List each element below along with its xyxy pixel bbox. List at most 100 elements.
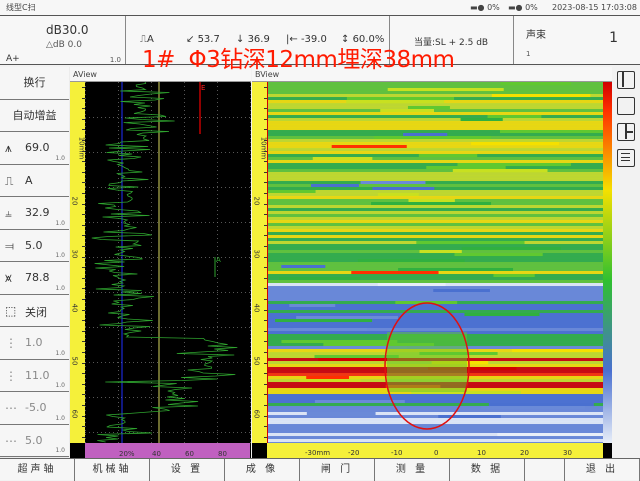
- grid-dot: [233, 222, 234, 223]
- bscan-band: [418, 154, 478, 158]
- bscan-band: [267, 139, 603, 143]
- menu-5[interactable]: 测 量: [375, 459, 450, 481]
- layout-quad-icon[interactable]: [617, 123, 635, 141]
- grid-dot: [173, 222, 174, 223]
- grid-dot: [181, 362, 182, 363]
- grid-dot: [153, 152, 154, 153]
- grid-dot: [184, 354, 185, 355]
- bscan-band: [267, 151, 603, 155]
- grid-dot: [184, 374, 185, 375]
- grid-dot: [233, 397, 234, 398]
- grid-dot: [217, 398, 218, 399]
- bscan-band: [267, 325, 603, 329]
- menu-1[interactable]: 机械轴: [75, 459, 150, 481]
- grid-dot: [151, 434, 152, 435]
- grid-dot: [237, 152, 238, 153]
- left-item-9[interactable]: ⋮ 11.0 1.0: [0, 359, 69, 392]
- grid-dot: [217, 358, 218, 359]
- grid-dot: [151, 182, 152, 183]
- grid-dot: [85, 150, 86, 151]
- grid-dot: [85, 146, 86, 147]
- grid-dot: [118, 438, 119, 439]
- bscan-band: [267, 298, 603, 302]
- grid-dot: [97, 257, 98, 258]
- left-item-10[interactable]: ⋯ -5.0 1.0: [0, 392, 69, 425]
- left-item-2[interactable]: ⩚ 69.0 1.0: [0, 132, 69, 165]
- grid-dot: [233, 292, 234, 293]
- grid-dot: [181, 187, 182, 188]
- menu-0[interactable]: 超声轴: [0, 459, 75, 481]
- menu-3[interactable]: 成 像: [225, 459, 300, 481]
- grid-dot: [169, 222, 170, 223]
- grid-dot: [193, 187, 194, 188]
- left-item-5[interactable]: ⫤ 5.0 1.0: [0, 229, 69, 262]
- list-icon[interactable]: [617, 149, 635, 167]
- gain-cell[interactable]: dB30.0 △dB 0.0 A+ 1.0: [0, 16, 126, 64]
- grid-dot: [117, 397, 118, 398]
- ascan-plot[interactable]: EA: [85, 82, 251, 443]
- bscan-image[interactable]: [267, 82, 603, 443]
- left-item-3[interactable]: ⎍ A: [0, 164, 69, 197]
- depth-tick: 30: [70, 249, 79, 259]
- left-item-4[interactable]: ⫨ 32.9 1.0: [0, 197, 69, 230]
- grid-dot: [225, 362, 226, 363]
- menu-6[interactable]: 数 据: [450, 459, 525, 481]
- grid-dot: [118, 310, 119, 311]
- bscan-band: [267, 217, 603, 221]
- grid-dot: [151, 170, 152, 171]
- grid-dot: [205, 187, 206, 188]
- left-item-0[interactable]: 换行: [0, 67, 69, 100]
- grid-dot: [157, 362, 158, 363]
- grid-dot: [250, 166, 251, 167]
- bscan-band: [267, 148, 603, 152]
- grid-dot: [184, 358, 185, 359]
- grid-dot: [118, 378, 119, 379]
- grid-dot: [217, 146, 218, 147]
- grid-dot: [250, 378, 251, 379]
- grid-dot: [89, 117, 90, 118]
- grid-dot: [249, 152, 250, 153]
- grid-dot: [151, 358, 152, 359]
- layout-split-icon[interactable]: [617, 71, 635, 89]
- left-item-6[interactable]: ⩙ 78.8 1.0: [0, 262, 69, 295]
- grid-dot: [217, 286, 218, 287]
- left-item-1[interactable]: 自动增益: [0, 99, 69, 132]
- grid-dot: [217, 222, 218, 223]
- grid-dot: [85, 110, 86, 111]
- grid-dot: [233, 187, 234, 188]
- grid-dot: [217, 282, 218, 283]
- bscan-band: [267, 91, 603, 95]
- layout-single-icon[interactable]: [617, 97, 635, 115]
- left-item-7[interactable]: ⬚ 关闭: [0, 294, 69, 327]
- grid-dot: [85, 218, 86, 219]
- grid-dot: [151, 238, 152, 239]
- grid-dot: [201, 222, 202, 223]
- menu-7[interactable]: [525, 459, 565, 481]
- grid-dot: [105, 187, 106, 188]
- left-item-11[interactable]: ⋯ 5.0 1.0: [0, 424, 69, 457]
- grid-dot: [141, 187, 142, 188]
- grid-dot: [217, 386, 218, 387]
- depth-tick: 20: [70, 196, 79, 206]
- left-item-8[interactable]: ⋮ 1.0 1.0: [0, 327, 69, 360]
- grid-dot: [129, 362, 130, 363]
- grid-dot: [250, 230, 251, 231]
- menu-2[interactable]: 设 置: [150, 459, 225, 481]
- menu-4[interactable]: 闸 门: [300, 459, 375, 481]
- menu-8[interactable]: 退 出: [565, 459, 640, 481]
- grid-dot: [241, 222, 242, 223]
- grid-dot: [250, 306, 251, 307]
- grid-dot: [249, 432, 250, 433]
- left-item-value: 1.0: [25, 336, 43, 349]
- grid-dot: [89, 187, 90, 188]
- beam-cell[interactable]: 声束 1 1: [514, 16, 640, 64]
- grid-dot: [184, 314, 185, 315]
- grid-dot: [241, 187, 242, 188]
- grid-dot: [250, 434, 251, 435]
- grid-dot: [245, 397, 246, 398]
- grid-dot: [184, 302, 185, 303]
- grid-dot: [151, 242, 152, 243]
- grid-dot: [118, 106, 119, 107]
- grid-dot: [118, 366, 119, 367]
- bscan-band: [493, 274, 535, 278]
